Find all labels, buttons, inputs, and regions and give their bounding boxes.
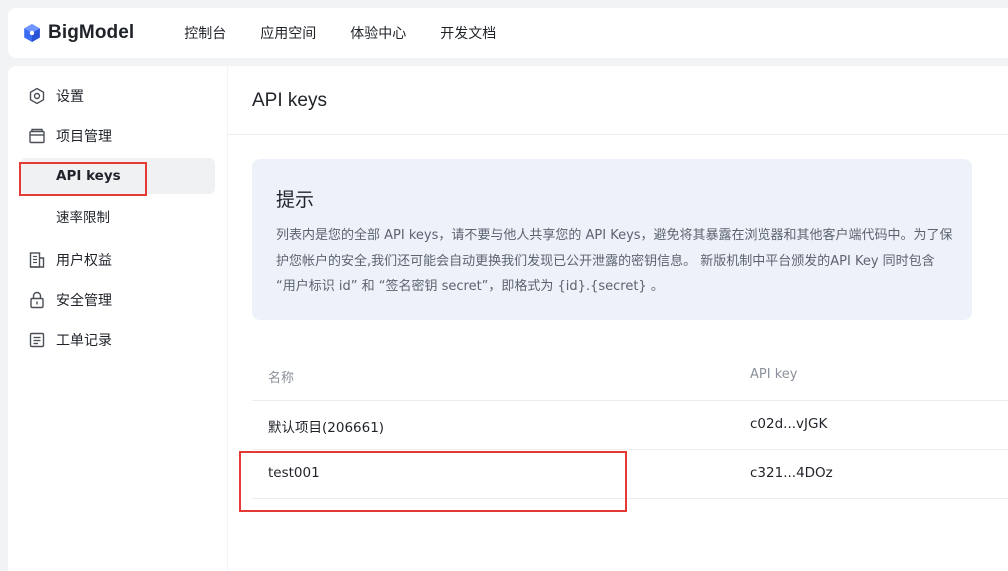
- sidebar-item-label: API keys: [56, 168, 121, 184]
- notice-title: 提示: [276, 189, 315, 211]
- sidebar-item-settings[interactable]: 设置: [8, 78, 227, 114]
- sidebar-item-security[interactable]: 安全管理: [8, 282, 227, 318]
- top-navigation-bar: BigModel 控制台 应用空间 体验中心 开发文档: [8, 8, 1008, 58]
- table-bottom-border: [252, 498, 1008, 499]
- sidebar-item-label: 用户权益: [56, 253, 112, 269]
- notice-body: 列表内是您的全部 API keys，请不要与他人共享您的 API Keys，避免…: [276, 228, 953, 294]
- table-row[interactable]: test001 c321...4DOz: [252, 449, 1008, 498]
- title-divider: [228, 134, 1008, 135]
- gear-icon: [29, 87, 45, 105]
- ticket-icon: [29, 332, 45, 348]
- nav-app-space[interactable]: 应用空间: [260, 23, 316, 43]
- page-title: API keys: [252, 90, 327, 111]
- sidebar-item-label: 设置: [56, 89, 84, 105]
- sidebar-item-label: 工单记录: [56, 333, 112, 349]
- cell-name: 默认项目(206661): [268, 420, 385, 436]
- sidebar-item-api-keys[interactable]: API keys: [20, 158, 215, 194]
- folder-icon: [29, 128, 45, 144]
- sidebar: 设置 项目管理 API keys 速率限制 用户权益 安全管理 工单记录: [8, 66, 227, 571]
- sidebar-item-label: 项目管理: [56, 129, 112, 145]
- brand[interactable]: BigModel: [22, 22, 134, 44]
- nav-experience-center[interactable]: 体验中心: [350, 23, 406, 43]
- main-content: API keys 提示 列表内是您的全部 API keys，请不要与他人共享您的…: [228, 66, 1008, 571]
- bigmodel-logo-icon: [24, 24, 40, 42]
- notice-panel: 提示 列表内是您的全部 API keys，请不要与他人共享您的 API Keys…: [252, 159, 972, 320]
- cell-name: test001: [268, 465, 320, 481]
- cell-api-key[interactable]: c02d...vJGK: [750, 416, 827, 432]
- sidebar-item-user-benefits[interactable]: 用户权益: [8, 242, 227, 278]
- nav-dev-docs[interactable]: 开发文档: [440, 23, 496, 43]
- sidebar-item-tickets[interactable]: 工单记录: [8, 322, 227, 358]
- brand-name: BigModel: [48, 22, 135, 43]
- sidebar-item-label: 速率限制: [56, 210, 110, 226]
- top-nav: 控制台 应用空间 体验中心 开发文档: [184, 23, 530, 43]
- sidebar-item-project-management[interactable]: 项目管理: [8, 118, 227, 154]
- building-icon: [29, 252, 45, 268]
- column-header-name: 名称: [268, 371, 295, 386]
- nav-console[interactable]: 控制台: [184, 23, 226, 43]
- column-header-api-key: API key: [750, 367, 798, 382]
- sidebar-item-label: 安全管理: [56, 293, 112, 309]
- sidebar-item-rate-limit[interactable]: 速率限制: [20, 198, 215, 234]
- cell-api-key[interactable]: c321...4DOz: [750, 465, 833, 481]
- lock-icon: [30, 291, 44, 309]
- table-row[interactable]: 默认项目(206661) c02d...vJGK: [252, 400, 1008, 449]
